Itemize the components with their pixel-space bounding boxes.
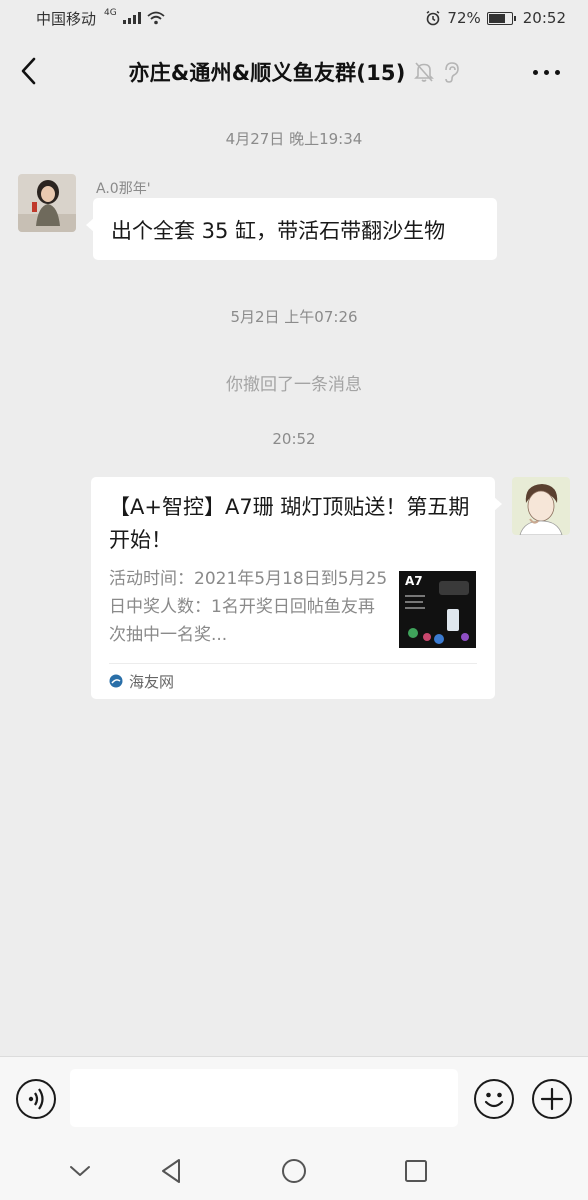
- message-input[interactable]: [70, 1069, 458, 1127]
- emoji-icon: [484, 1092, 504, 1108]
- signal-icon: [122, 12, 141, 24]
- avatar[interactable]: [18, 174, 76, 232]
- system-nav-bar: [0, 1142, 588, 1200]
- recall-notice: 你撤回了一条消息: [226, 375, 362, 395]
- chevron-left-icon: [21, 57, 36, 85]
- nav-back-button[interactable]: [157, 1156, 187, 1186]
- coral-lamp-image: [405, 581, 469, 644]
- status-right: 72% 20:52: [425, 9, 566, 27]
- my-avatar[interactable]: [512, 477, 570, 535]
- title-bar: 亦庄&通州&顺义鱼友群(15): [0, 36, 588, 108]
- link-source[interactable]: 海友网: [109, 664, 477, 698]
- hide-keyboard-button[interactable]: [65, 1156, 95, 1186]
- voice-icon: [28, 1088, 44, 1110]
- battery-icon: [486, 11, 516, 25]
- back-button[interactable]: [16, 56, 44, 86]
- emoji-button[interactable]: [474, 1079, 514, 1119]
- link-title: 【A+智控】A7珊 瑚灯顶贴送！第五期开始！: [109, 495, 470, 552]
- avatar-boy-image: [512, 477, 570, 535]
- message-bubble[interactable]: 出个全套 35 缸，带活石带翻沙生物: [86, 198, 497, 260]
- source-name: 海友网: [129, 672, 175, 691]
- chat-title: 亦庄&通州&顺义鱼友群(15): [128, 61, 406, 85]
- link-thumbnail: A7: [399, 571, 476, 648]
- input-bar: [0, 1056, 588, 1142]
- square-recents-icon: [405, 1160, 427, 1182]
- status-left: 中国移动 4G: [36, 8, 165, 29]
- more-options-button[interactable]: [528, 62, 564, 82]
- link-card[interactable]: 【A+智控】A7珊 瑚灯顶贴送！第五期开始！ 活动时间：2021年5月18日到5…: [91, 477, 502, 699]
- chat-area[interactable]: 4月27日 晚上19:34 A.0那年' 出个全套 35 缸，带活石带翻沙生物 …: [0, 108, 588, 1056]
- status-bar: 中国移动 4G 72% 20:52: [0, 0, 588, 36]
- sender-name: A.0那年': [96, 181, 151, 197]
- link-description: 活动时间：2021年5月18日到5月25日中奖人数：1名开奖日回帖鱼友再次抽中一…: [109, 569, 388, 645]
- avatar-girl-image: [18, 174, 76, 232]
- circle-home-icon: [282, 1159, 306, 1183]
- voice-button[interactable]: [16, 1079, 56, 1119]
- wifi-icon: [147, 11, 165, 25]
- network-type: 4G: [104, 8, 117, 18]
- timestamp: 4月27日 晚上19:34: [225, 130, 363, 148]
- timestamp: 5月2日 上午07:26: [230, 308, 358, 326]
- timestamp: 20:52: [272, 430, 316, 448]
- mute-bell-icon: [413, 62, 434, 82]
- alarm-icon: [426, 10, 440, 26]
- carrier-label: 中国移动: [36, 9, 97, 28]
- triangle-back-icon: [162, 1159, 180, 1183]
- plus-icon: [540, 1087, 564, 1111]
- chevron-down-icon: [70, 1166, 90, 1176]
- nav-home-button[interactable]: [279, 1156, 309, 1186]
- clock: 20:52: [522, 9, 566, 27]
- battery-percent: 72%: [447, 9, 481, 27]
- add-button[interactable]: [532, 1079, 572, 1119]
- earpiece-icon: [444, 62, 459, 83]
- source-logo-icon: [109, 674, 123, 688]
- message-text: 出个全套 35 缸，带活石带翻沙生物: [111, 219, 446, 243]
- nav-recents-button[interactable]: [401, 1156, 431, 1186]
